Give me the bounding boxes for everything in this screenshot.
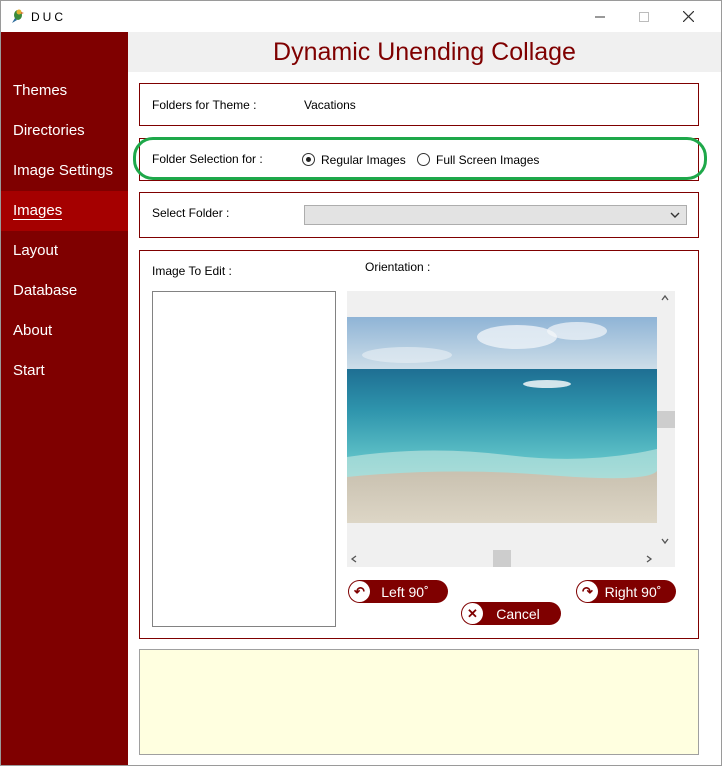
- scroll-up-icon[interactable]: [660, 294, 670, 302]
- theme-folders-label: Folders for Theme :: [152, 98, 257, 112]
- page-header: Dynamic Unending Collage: [128, 32, 721, 72]
- page-title: Dynamic Unending Collage: [273, 38, 576, 66]
- maximize-button[interactable]: [621, 1, 667, 32]
- scroll-down-icon[interactable]: [660, 537, 670, 545]
- rotate-left-icon: ↶: [349, 581, 370, 602]
- full-screen-images-label[interactable]: Full Screen Images: [436, 153, 539, 167]
- minimize-icon: [595, 16, 605, 17]
- message-area: [139, 649, 699, 755]
- parrot-icon: [12, 9, 24, 23]
- regular-images-radio[interactable]: [302, 153, 315, 166]
- scroll-right-icon[interactable]: [645, 554, 653, 564]
- chevron-down-icon: [670, 212, 680, 218]
- cancel-button[interactable]: ✕ Cancel: [461, 602, 561, 625]
- sidebar-item-image-settings[interactable]: Image Settings: [1, 150, 128, 190]
- horizontal-scroll-thumb[interactable]: [493, 550, 511, 567]
- maximize-icon: [639, 11, 649, 22]
- close-icon: [682, 11, 694, 22]
- vertical-scroll-thumb[interactable]: [657, 411, 675, 428]
- select-folder-label: Select Folder :: [152, 206, 230, 220]
- image-to-edit-label: Image To Edit :: [152, 264, 232, 278]
- sidebar-item-database[interactable]: Database: [1, 270, 128, 310]
- folder-dropdown[interactable]: [304, 205, 687, 225]
- close-circle-icon: ✕: [462, 603, 483, 624]
- full-screen-images-radio[interactable]: [417, 153, 430, 166]
- regular-images-label[interactable]: Regular Images: [321, 153, 406, 167]
- minimize-button[interactable]: [577, 1, 623, 32]
- rotate-left-button[interactable]: ↶ Left 90˚: [348, 580, 448, 603]
- app-window: DUC Themes Directories Image Settings Im…: [0, 0, 722, 766]
- image-preview[interactable]: [347, 291, 675, 567]
- rotate-right-button[interactable]: ↷ Right 90˚: [576, 580, 676, 603]
- sidebar-item-start[interactable]: Start: [1, 350, 128, 390]
- cancel-label: Cancel: [496, 605, 540, 622]
- theme-folders-value: Vacations: [304, 98, 356, 112]
- sidebar-item-directories[interactable]: Directories: [1, 110, 128, 150]
- orientation-label: Orientation :: [365, 260, 431, 274]
- sidebar-item-themes[interactable]: Themes: [1, 70, 128, 110]
- sidebar-item-about[interactable]: About: [1, 310, 128, 350]
- scroll-left-icon[interactable]: [350, 554, 358, 564]
- title-bar: DUC: [1, 1, 721, 32]
- window-title: DUC: [31, 10, 66, 24]
- close-window-button[interactable]: [665, 1, 711, 32]
- rotate-left-label: Left 90˚: [381, 583, 429, 600]
- sidebar-item-images[interactable]: Images: [1, 191, 128, 231]
- beach-photo: [347, 317, 657, 523]
- folder-selection-label: Folder Selection for :: [152, 152, 263, 166]
- sidebar: Themes Directories Image Settings Images…: [1, 32, 128, 765]
- sidebar-item-layout[interactable]: Layout: [1, 230, 128, 270]
- image-list[interactable]: [152, 291, 336, 627]
- rotate-right-icon: ↷: [577, 581, 598, 602]
- rotate-right-label: Right 90˚: [604, 583, 662, 600]
